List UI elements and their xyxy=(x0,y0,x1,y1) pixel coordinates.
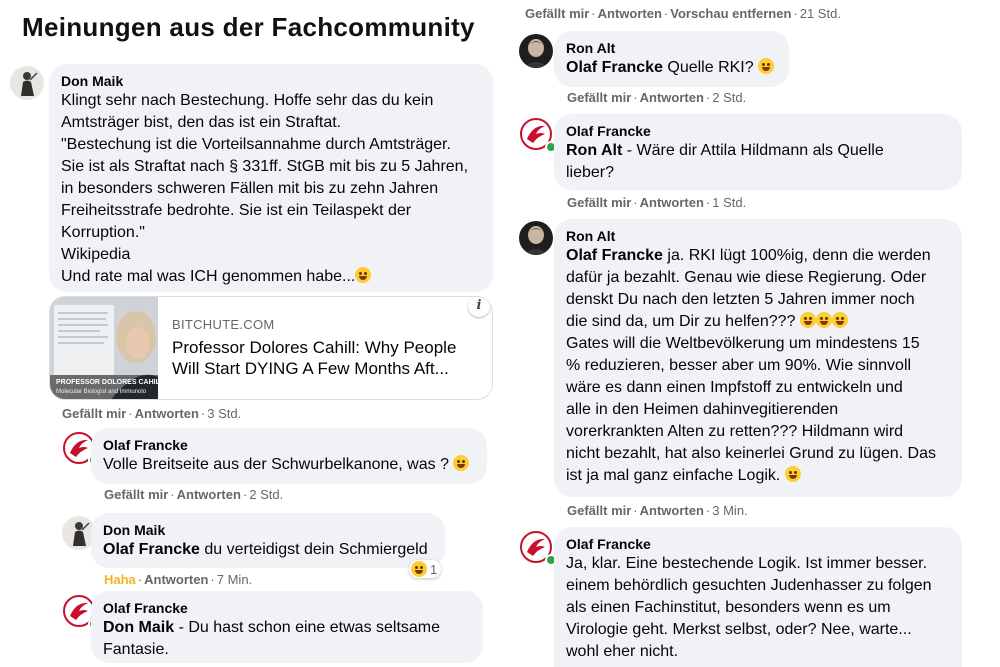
reply-link[interactable]: Antworten xyxy=(640,503,704,518)
thumbnail-caption: PROFESSOR DOLORES CAHILL xyxy=(56,379,165,386)
timestamp[interactable]: 3 Min. xyxy=(712,503,747,518)
grinning-emoji-icon xyxy=(784,466,801,482)
reply-link[interactable]: Antworten xyxy=(177,487,241,502)
reaction-badge[interactable]: 1 xyxy=(409,560,442,578)
link-preview-card[interactable]: PROFESSOR DOLORES CAHILL Molecular Biolo… xyxy=(49,296,493,400)
comment-bubble-ron-alt-2: Ron Alt Olaf Francke ja. RKI lügt 100%ig… xyxy=(554,219,962,497)
comment-author[interactable]: Don Maik xyxy=(61,72,481,90)
timestamp[interactable]: 2 Std. xyxy=(712,90,746,105)
reply-link[interactable]: Antworten xyxy=(135,406,199,421)
comment-bubble-don-maik-2: Don Maik Olaf Francke du verteidigst dei… xyxy=(91,513,445,568)
comment-actions: Gefällt mir · Antworten · 3 Min. xyxy=(567,503,748,518)
laughing-emoji-icon xyxy=(355,267,372,283)
comment-author[interactable]: Olaf Francke xyxy=(103,436,475,454)
link-body: BITCHUTE.COM Professor Dolores Cahill: W… xyxy=(172,317,480,379)
mention-link[interactable]: Olaf Francke xyxy=(103,541,200,558)
comment-bubble-olaf-francke-2: Olaf Francke Don Maik - Du hast schon ei… xyxy=(91,591,483,663)
rofl-emoji-icon xyxy=(799,312,816,328)
knight-statue-avatar-icon xyxy=(10,66,44,100)
avatar-don-maik[interactable] xyxy=(10,66,44,100)
haha-reaction-link[interactable]: Haha xyxy=(104,572,136,587)
comment-actions: Gefällt mir · Antworten · 1 Std. xyxy=(567,195,747,210)
mention-link[interactable]: Olaf Francke xyxy=(566,59,663,76)
like-link[interactable]: Gefällt mir xyxy=(567,195,631,210)
comment-body: Klingt sehr nach Bestechung. Hoffe sehr … xyxy=(61,92,469,285)
grinning-emoji-icon xyxy=(453,455,470,471)
man-photo-avatar-icon xyxy=(519,221,553,255)
like-link[interactable]: Gefällt mir xyxy=(104,487,168,502)
mention-link[interactable]: Ron Alt xyxy=(566,142,622,159)
timestamp[interactable]: 2 Std. xyxy=(249,487,283,502)
mention-link[interactable]: Olaf Francke xyxy=(566,247,663,264)
comment-text: Don Maik - Du hast schon eine etwas selt… xyxy=(103,617,471,661)
comment-bubble-don-maik-1: Don Maik Klingt sehr nach Bestechung. Ho… xyxy=(49,64,493,292)
like-link[interactable]: Gefällt mir xyxy=(62,406,126,421)
comment-bubble-olaf-francke-4: Olaf Francke Ja, klar. Eine bestechende … xyxy=(554,527,962,667)
comment-author[interactable]: Olaf Francke xyxy=(566,122,950,140)
page-title: Meinungen aus der Fachcommunity xyxy=(22,12,475,42)
rofl-emoji-icon xyxy=(815,312,832,328)
link-thumbnail: PROFESSOR DOLORES CAHILL Molecular Biolo… xyxy=(50,297,164,399)
comment-bubble-olaf-francke-1: Olaf Francke Volle Breitseite aus der Sc… xyxy=(91,428,487,484)
comment-text: Olaf Francke Quelle RKI? xyxy=(566,57,777,79)
comment-actions-top: Gefällt mir · Antworten · Vorschau entfernen… xyxy=(525,6,841,21)
comment-text: Ja, klar. Eine bestechende Logik. Ist im… xyxy=(566,555,932,660)
reaction-count: 1 xyxy=(430,561,438,577)
comment-actions: Gefällt mir · Antworten · 3 Std. xyxy=(62,406,242,421)
timestamp[interactable]: 3 Std. xyxy=(207,406,241,421)
comment-bubble-ron-alt-1: Ron Alt Olaf Francke Quelle RKI? xyxy=(554,31,789,87)
avatar-ron-alt[interactable] xyxy=(519,34,553,68)
comment-author[interactable]: Ron Alt xyxy=(566,227,950,245)
comment-text: Olaf Francke ja. RKI lügt 100%ig, denn d… xyxy=(566,245,950,487)
thumbnail-subcaption: Molecular Biologist and Immunolo xyxy=(56,389,147,395)
info-icon[interactable]: i xyxy=(468,297,490,317)
like-link[interactable]: Gefällt mir xyxy=(525,6,589,21)
comment-text: Olaf Francke du verteidigst dein Schmier… xyxy=(103,539,433,561)
comment-text: Ron Alt - Wäre dir Attila Hildmann als Q… xyxy=(566,140,950,184)
man-photo-avatar-icon xyxy=(519,34,553,68)
comment-author[interactable]: Don Maik xyxy=(103,521,433,539)
comment-bubble-olaf-francke-3: Olaf Francke Ron Alt - Wäre dir Attila H… xyxy=(554,114,962,190)
comment-author[interactable]: Ron Alt xyxy=(566,39,777,57)
grinning-emoji-icon xyxy=(758,58,775,74)
link-domain: BITCHUTE.COM xyxy=(172,317,275,332)
comment-body: Volle Breitseite aus der Schwurbelkanone… xyxy=(103,456,449,473)
timestamp[interactable]: 1 Std. xyxy=(712,195,746,210)
comment-actions: Gefällt mir · Antworten · 2 Std. xyxy=(104,487,284,502)
comment-body-2: Gates will die Weltbevölkerung um mindes… xyxy=(566,335,936,484)
comment-text: Volle Breitseite aus der Schwurbelkanone… xyxy=(103,454,475,476)
reply-link[interactable]: Antworten xyxy=(598,6,662,21)
comment-body: du verteidigst dein Schmiergeld xyxy=(199,541,428,558)
rofl-emoji-icon xyxy=(831,312,848,328)
comment-actions: Haha · Antworten · 7 Min. xyxy=(104,572,253,587)
comment-body: Quelle RKI? xyxy=(662,59,754,76)
mention-link[interactable]: Don Maik xyxy=(103,619,174,636)
comment-text: Klingt sehr nach Bestechung. Hoffe sehr … xyxy=(61,90,481,288)
avatar-ron-alt[interactable] xyxy=(519,221,553,255)
haha-emoji-icon xyxy=(411,561,427,577)
reply-link[interactable]: Antworten xyxy=(640,195,704,210)
reply-link[interactable]: Antworten xyxy=(144,572,208,587)
timestamp[interactable]: 21 Std. xyxy=(800,6,841,21)
reply-link[interactable]: Antworten xyxy=(640,90,704,105)
comment-actions: Gefällt mir · Antworten · 2 Std. xyxy=(567,90,747,105)
remove-preview-link[interactable]: Vorschau entfernen xyxy=(670,6,791,21)
like-link[interactable]: Gefällt mir xyxy=(567,503,631,518)
link-title[interactable]: Professor Dolores Cahill: Why People Wil… xyxy=(172,337,480,379)
comment-author[interactable]: Olaf Francke xyxy=(103,599,471,617)
comment-author[interactable]: Olaf Francke xyxy=(566,535,950,553)
like-link[interactable]: Gefällt mir xyxy=(567,90,631,105)
timestamp[interactable]: 7 Min. xyxy=(217,572,252,587)
